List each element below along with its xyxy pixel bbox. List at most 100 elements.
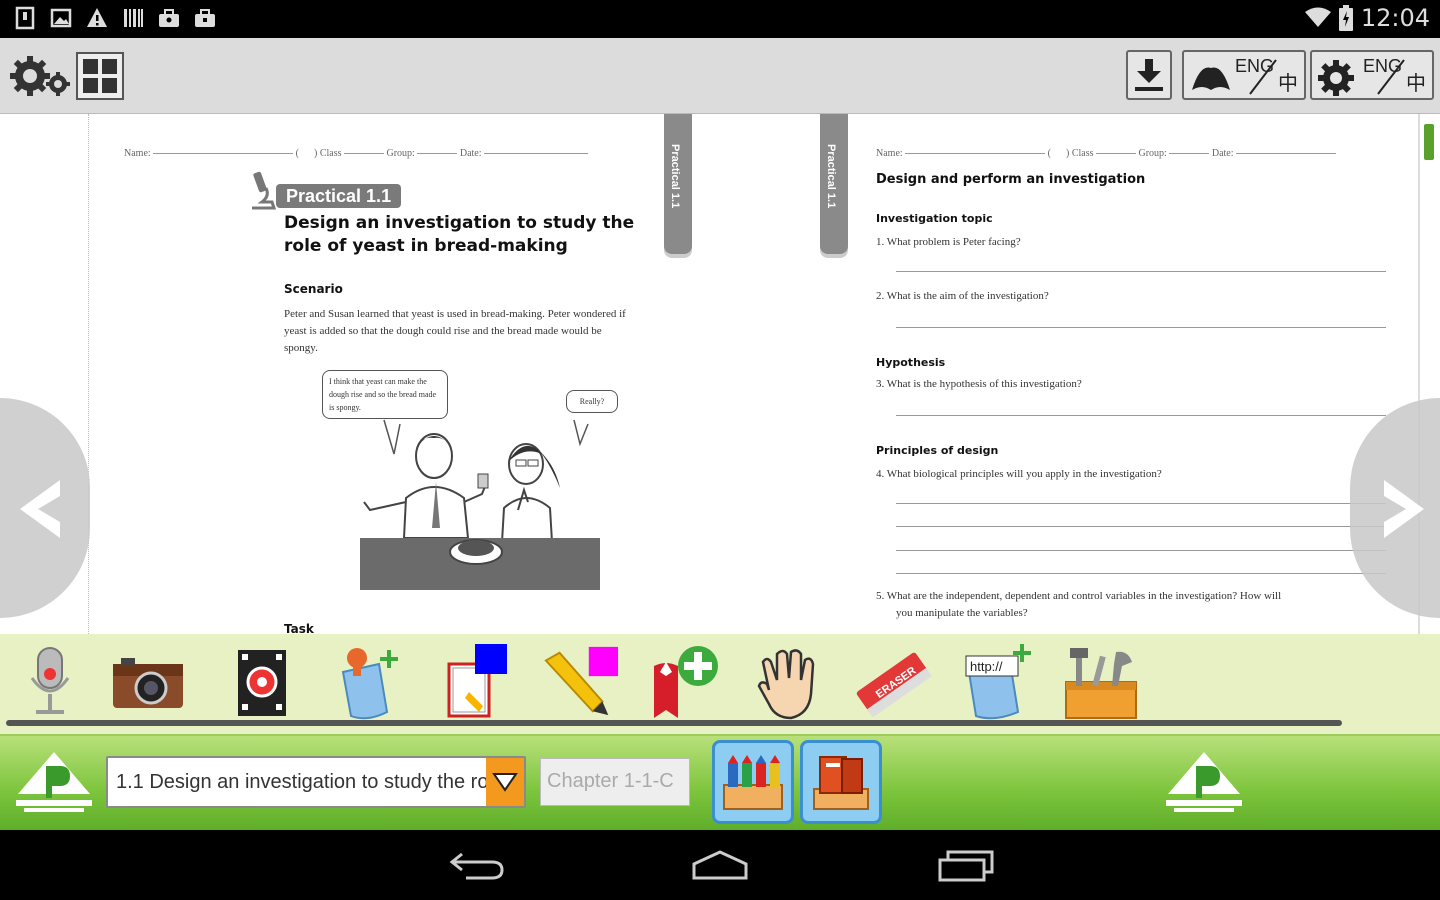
question-3: 3. What is the hypothesis of this invest… (876, 378, 1082, 390)
section-topic: Investigation topic (876, 212, 993, 225)
annotation-toolbar: ERASER http:// (0, 634, 1440, 734)
video-record-tool[interactable] (222, 642, 302, 722)
dropdown-arrow[interactable] (486, 758, 524, 806)
settings-language-toggle[interactable]: ENG 中 (1310, 50, 1434, 100)
section-principles: Principles of design (876, 444, 999, 457)
microphone-icon (30, 647, 70, 714)
eraser-tool[interactable]: ERASER (852, 642, 932, 722)
grid-view-button[interactable] (76, 52, 124, 100)
answer-line[interactable] (896, 550, 1386, 551)
highlighter-icon (544, 646, 619, 716)
hand-pan-tool[interactable] (748, 642, 828, 722)
add-link-tool[interactable]: http:// (958, 642, 1038, 722)
book-icon (1192, 67, 1230, 90)
question-2: 2. What is the aim of the investigation? (876, 290, 1049, 302)
worksheet-header-right: Name: ( ) Class Group: Date: (876, 148, 1336, 159)
scenario-heading: Scenario (284, 282, 343, 296)
answer-line[interactable] (896, 526, 1386, 527)
books-icon (813, 756, 869, 810)
hand-icon (757, 649, 815, 720)
notification-icons (14, 6, 216, 30)
practical-title: Design an investigation to study the rol… (284, 213, 635, 256)
chevron-right-icon (1384, 480, 1424, 538)
toolbox-icon (1065, 648, 1137, 719)
answer-line[interactable] (896, 327, 1386, 328)
android-nav-bar (0, 830, 1440, 900)
svg-text:http://: http:// (970, 659, 1003, 674)
publisher-logo-icon[interactable] (16, 750, 92, 814)
worksheet-title: Design and perform an investigation (876, 172, 1146, 187)
wifi-icon (1304, 7, 1331, 27)
add-bookmark-tool[interactable] (644, 642, 724, 722)
pen-color-icon (447, 644, 507, 718)
books-button[interactable] (800, 740, 882, 824)
answer-line[interactable] (896, 271, 1386, 272)
worksheet-header: Name: ( ) Class Group: Date: (124, 148, 588, 159)
bookshelf-button[interactable] (712, 740, 794, 824)
chapter-side-tab: Practical 1.1 (664, 114, 692, 254)
gear-icon (1318, 60, 1354, 96)
slash-divider (1249, 59, 1277, 95)
download-icon (1135, 59, 1163, 91)
practical-badge: Practical 1.1 (276, 184, 402, 208)
question-4: 4. What biological principles will you a… (876, 468, 1162, 480)
answer-line[interactable] (896, 415, 1386, 416)
recents-icon[interactable] (936, 848, 996, 882)
top-toolbar: ENG 中 ENG 中 (0, 38, 1440, 114)
left-page: Name: ( ) Class Group: Date: Practical 1… (0, 114, 720, 634)
toolbar-rail (6, 720, 1342, 726)
camera-tool[interactable] (108, 642, 188, 722)
illustration-students (360, 419, 600, 590)
section-dropdown-value: 1.1 Design an investigation to study the… (116, 771, 490, 793)
answer-line[interactable] (896, 573, 1386, 574)
back-icon[interactable] (448, 848, 506, 882)
download-button[interactable] (1126, 50, 1172, 100)
book-spread: Name: ( ) Class Group: Date: Practical 1… (0, 114, 1440, 634)
chevron-down-icon (492, 773, 518, 792)
eraser-icon: ERASER (856, 652, 932, 718)
status-right: 12:04 (1304, 4, 1430, 32)
grid-view-icon (83, 59, 117, 93)
bookshelf-icon (723, 755, 783, 810)
toolbox-tool[interactable] (1062, 642, 1142, 722)
add-bookmark-icon (654, 646, 718, 718)
publisher-logo-icon-right (1166, 752, 1242, 812)
camera-icon (113, 658, 183, 708)
highlighter-tool[interactable] (540, 642, 620, 722)
settings-gears-icon[interactable] (8, 54, 70, 100)
video-record-icon (238, 650, 286, 716)
status-bar: 12:04 (0, 0, 1440, 38)
pen-color-swatch (475, 644, 507, 674)
slash-divider (1377, 59, 1405, 95)
scenario-text: Peter and Susan learned that yeast is us… (284, 308, 626, 354)
speech-bubble-susan: Really? (566, 390, 618, 413)
section-hypothesis: Hypothesis (876, 356, 946, 369)
highlighter-color-swatch (588, 646, 619, 677)
book-language-toggle[interactable]: ENG 中 (1182, 50, 1306, 100)
warning-icon (87, 8, 107, 27)
add-link-icon: http:// (965, 644, 1031, 720)
add-note-icon (341, 648, 398, 720)
briefcase-icon (159, 9, 179, 27)
task-heading: Task (284, 622, 314, 634)
pen-color-tool[interactable] (436, 642, 516, 722)
add-note-tool[interactable] (330, 642, 410, 722)
briefcase-lock-icon (195, 9, 215, 27)
chapter-field[interactable]: Chapter 1-1-C (540, 758, 690, 806)
section-dropdown[interactable]: 1.1 Design an investigation to study the… (106, 756, 526, 808)
settings-lang-alt: 中 (1406, 71, 1426, 95)
home-icon[interactable] (690, 848, 750, 882)
chevron-left-icon (20, 480, 60, 538)
clock: 12:04 (1360, 4, 1430, 32)
sd-card-icon (15, 6, 35, 30)
scroll-thumb[interactable] (1424, 124, 1434, 160)
bottom-bar: 1.1 Design an investigation to study the… (0, 734, 1440, 830)
answer-line[interactable] (896, 503, 1386, 504)
question-1: 1. What problem is Peter facing? (876, 236, 1021, 248)
question-5: 5. What are the independent, dependent a… (876, 590, 1282, 602)
speech-bubble-peter: I think that yeast can make the dough ri… (322, 370, 448, 419)
image-icon (50, 8, 72, 28)
record-audio-tool[interactable] (10, 642, 90, 722)
chapter-side-tab-right: Practical 1.1 (820, 114, 848, 254)
microscope-icon (252, 171, 276, 210)
